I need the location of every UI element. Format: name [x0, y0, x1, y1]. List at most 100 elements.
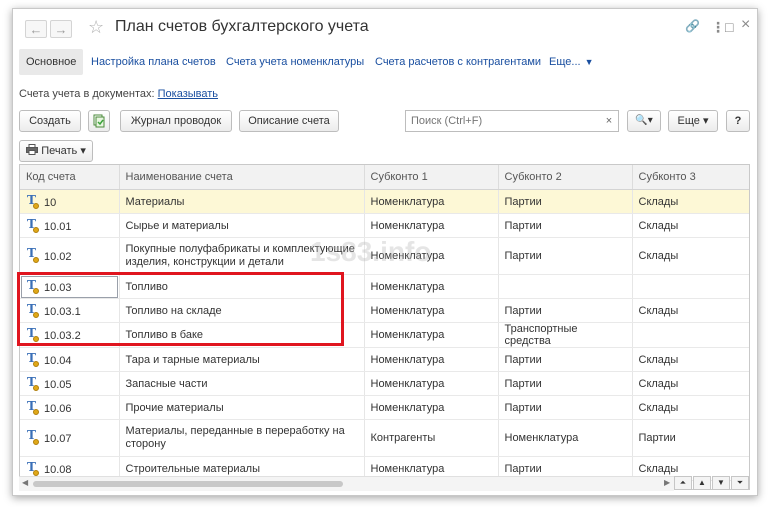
account-code: 10.06: [44, 402, 72, 415]
search-options-button[interactable]: 🔍▾: [627, 110, 661, 132]
subconto3-cell: Склады: [632, 189, 749, 214]
search-icon: 🔍: [635, 115, 648, 126]
column-header-name[interactable]: Наименование счета: [119, 165, 365, 190]
scrollbar-thumb[interactable]: [33, 481, 343, 487]
subconto3-cell: Склады: [632, 298, 749, 323]
subconto1-cell: Номенклатура: [364, 274, 499, 299]
account-name-cell: Материалы, переданные в переработку на с…: [119, 419, 365, 457]
table-row[interactable]: T 10.05 Запасные части Номенклатура Партии Ск…: [20, 371, 749, 396]
printer-icon: [26, 144, 39, 155]
tab-more[interactable]: Еще... ▼: [549, 49, 593, 75]
table-row[interactable]: T 10.03 Топливо Номенклатура: [20, 274, 749, 299]
help-button[interactable]: ?: [726, 110, 750, 132]
subconto3-cell: Склады: [632, 213, 749, 238]
scroll-up-button[interactable]: ▲: [693, 476, 711, 490]
scroll-to-top-button[interactable]: ⏶: [674, 476, 692, 490]
journal-entries-button[interactable]: Журнал проводок: [120, 110, 232, 132]
print-button-label: Печать: [41, 145, 78, 157]
subconto2-cell: Партии: [498, 237, 633, 275]
column-header-subconto2[interactable]: Субконто 2: [498, 165, 633, 190]
table-row[interactable]: T 10.07 Материалы, переданные в переработк…: [20, 419, 749, 457]
table-row[interactable]: T 10.01 Сырье и материалы Номенклатура Парти…: [20, 213, 749, 238]
scroll-right-icon[interactable]: ▶: [664, 478, 670, 487]
account-code: 10.03: [44, 281, 72, 294]
favorite-star-icon[interactable]: ☆: [88, 17, 104, 38]
tab-chart-settings[interactable]: Настройка плана счетов: [91, 49, 216, 75]
account-icon: T: [26, 375, 40, 391]
scroll-down-button[interactable]: ▼: [712, 476, 730, 490]
account-name-cell: Топливо: [119, 274, 365, 299]
account-code: 10.05: [44, 378, 72, 391]
more-menu-icon[interactable]: ⋮: [711, 19, 725, 36]
chevron-down-icon: ▾: [80, 145, 86, 157]
subconto1-cell: Номенклатура: [364, 213, 499, 238]
subconto2-cell: Партии: [498, 395, 633, 420]
close-icon[interactable]: ×: [741, 16, 750, 34]
table-row[interactable]: T 10.06 Прочие материалы Номенклатура Партии…: [20, 395, 749, 420]
show-accounts-link[interactable]: Показывать: [158, 88, 218, 100]
page-title: План счетов бухгалтерского учета: [115, 18, 369, 35]
dropdown-arrow-icon: ▾: [647, 115, 653, 126]
table-row[interactable]: T 10.03.1 Топливо на складе Номенклатура Пар…: [20, 298, 749, 323]
chevron-down-icon: ▾: [702, 115, 709, 127]
account-code: 10.07: [44, 432, 72, 445]
subconto2-cell: [498, 274, 633, 299]
subconto1-cell: Номенклатура: [364, 322, 499, 348]
more-button[interactable]: Еще ▾: [668, 110, 718, 132]
account-icon: T: [26, 326, 40, 342]
subconto1-cell: Номенклатура: [364, 347, 499, 372]
account-icon: T: [26, 193, 40, 209]
subconto2-cell: Партии: [498, 189, 633, 214]
table-row[interactable]: T 10.04 Тара и тарные материалы Номенклатур…: [20, 347, 749, 372]
copy-icon: [93, 114, 105, 128]
horizontal-scrollbar[interactable]: ◀ ▶: [19, 476, 674, 491]
account-icon: T: [26, 278, 40, 294]
tab-item-accounts[interactable]: Счета учета номенклатуры: [226, 49, 364, 75]
create-button[interactable]: Создать: [19, 110, 81, 132]
scroll-left-icon[interactable]: ◀: [22, 478, 28, 487]
back-button[interactable]: ←: [25, 20, 47, 38]
tab-counterparty-accounts[interactable]: Счета расчетов с контрагентами: [375, 49, 541, 75]
column-header-subconto3[interactable]: Субконто 3: [632, 165, 749, 190]
forward-button[interactable]: →: [50, 20, 72, 38]
account-description-button[interactable]: Описание счета: [239, 110, 339, 132]
account-code: 10.03.2: [44, 330, 81, 342]
account-icon: T: [26, 302, 40, 318]
account-name-cell: Топливо на складе: [119, 298, 365, 323]
copy-button[interactable]: [88, 110, 110, 132]
link-icon[interactable]: 🔗: [685, 19, 700, 33]
column-header-subconto1[interactable]: Субконто 1: [364, 165, 499, 190]
subconto2-cell: Партии: [498, 213, 633, 238]
tab-main[interactable]: Основное: [19, 49, 84, 75]
search-input[interactable]: [405, 110, 619, 132]
maximize-icon[interactable]: □: [725, 19, 733, 35]
scroll-to-bottom-button[interactable]: ⏷: [731, 476, 749, 490]
account-name-cell: Запасные части: [119, 371, 365, 396]
account-code: 10.01: [44, 220, 72, 233]
subconto1-cell: Номенклатура: [364, 189, 499, 214]
subconto3-cell: Склады: [632, 395, 749, 420]
subconto3-cell: [632, 274, 749, 299]
clear-search-icon[interactable]: ×: [601, 113, 617, 129]
subconto2-cell: Транспортные средства: [498, 322, 633, 348]
column-header-code[interactable]: Код счета: [20, 165, 120, 190]
table-row[interactable]: T 10 Материалы Номенклатура Партии Склады: [20, 189, 749, 214]
subconto3-cell: [632, 322, 749, 348]
account-code-cell: T 10.03.2: [20, 322, 120, 348]
subconto3-cell: Партии: [632, 419, 749, 457]
table-row[interactable]: T 10.02 Покупные полуфабрикаты и комплекту…: [20, 237, 749, 275]
account-code-cell: T 10: [20, 189, 120, 214]
account-name-cell: Сырье и материалы: [119, 213, 365, 238]
print-button[interactable]: Печать ▾: [19, 140, 93, 162]
table-row[interactable]: T 10.03.2 Топливо в баке Номенклатура Трансп…: [20, 322, 749, 348]
account-icon: T: [26, 428, 40, 445]
account-code-cell: T 10.07: [20, 419, 120, 457]
subconto2-cell: Партии: [498, 371, 633, 396]
more-button-label: Еще: [677, 115, 700, 127]
table-header: Код счета Наименование счета Субконто 1 …: [20, 165, 749, 190]
subconto1-cell: Контрагенты: [364, 419, 499, 457]
account-code-cell: T 10.03: [20, 274, 120, 299]
subconto1-cell: Номенклатура: [364, 395, 499, 420]
subconto1-cell: Номенклатура: [364, 371, 499, 396]
subconto3-cell: Склады: [632, 237, 749, 275]
